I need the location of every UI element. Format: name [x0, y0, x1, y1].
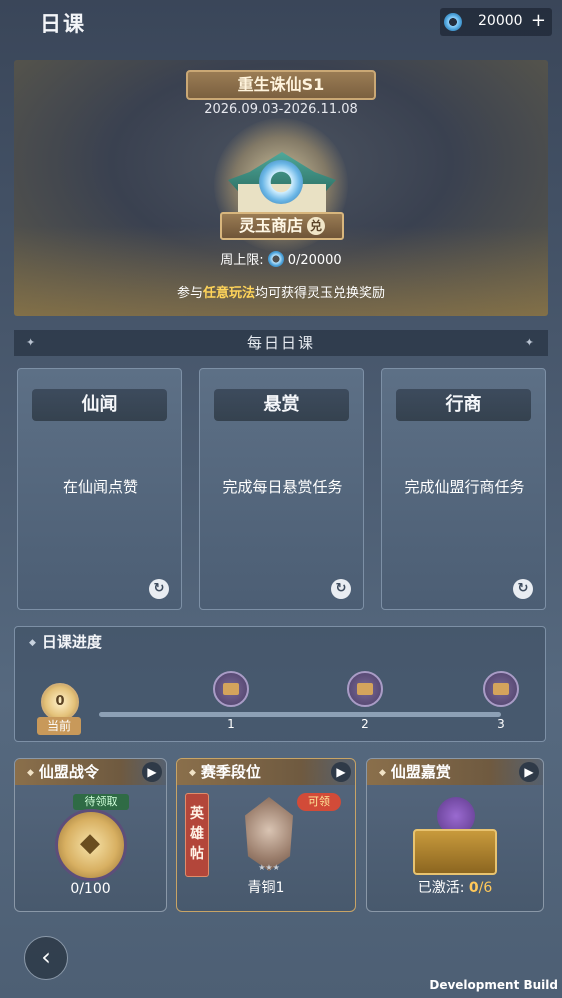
refresh-icon[interactable]: ↻: [149, 579, 169, 599]
hint-suffix: 均可获得灵玉兑换奖励: [255, 286, 386, 301]
daily-section-header: ✦ 每日日课 ✦: [14, 330, 548, 356]
activated-current: 0: [468, 880, 479, 896]
claimable-badge: 可领: [297, 793, 341, 811]
card-title: 仙盟战令: [27, 761, 99, 782]
pending-claim-badge: 待领取: [73, 794, 129, 810]
page-title: 日课: [40, 12, 86, 36]
chevron-right-icon[interactable]: ▶: [142, 762, 162, 782]
jade-icon: [444, 13, 462, 31]
progress-track: [99, 712, 501, 717]
jade-disc-icon[interactable]: [259, 160, 303, 204]
task-card-bounty[interactable]: 悬赏 完成每日悬赏任务 ↻: [199, 368, 364, 610]
alliance-bounty-card[interactable]: 仙盟嘉赏 ▶ 已激活: 0/6: [366, 758, 544, 912]
season-banner: 重生诛仙S1 2026.09.03-2026.11.08 灵玉商店兑 周上限: 0…: [14, 60, 548, 316]
battle-pass-token-icon: [55, 809, 127, 881]
task-desc: 完成每日悬赏任务: [222, 478, 343, 496]
back-arrow-icon[interactable]: ‹: [24, 936, 68, 980]
hint-prefix: 参与: [176, 286, 203, 301]
add-currency-button[interactable]: +: [531, 10, 546, 31]
task-desc: 在仙闻点赞: [62, 478, 138, 496]
battle-pass-progress: 0/100: [70, 881, 111, 897]
current-points-coin: 0: [41, 683, 79, 721]
sparkle-icon: ✦: [524, 336, 536, 349]
season-rank-card[interactable]: 赛季段位 ▶ 英雄帖 可领 ★★★ 青铜1: [176, 758, 356, 912]
season-title: 重生诛仙S1: [186, 70, 376, 100]
activated-count: 已激活: 0/6: [367, 877, 543, 897]
chevron-right-icon[interactable]: ▶: [519, 762, 539, 782]
reward-chest-icon[interactable]: [347, 671, 383, 707]
milestone-number: 1: [227, 717, 235, 731]
sparkle-icon: ✦: [26, 336, 38, 349]
card-header: 仙盟战令 ▶: [15, 759, 166, 785]
shop-name-label: 灵玉商店: [238, 216, 303, 235]
daily-progress-panel: 日课进度 0 当前 1 2 3: [14, 626, 546, 742]
current-label: 当前: [37, 717, 81, 735]
treasure-box: [413, 829, 497, 875]
jade-small-icon: [267, 251, 284, 267]
progress-title: 日课进度: [29, 631, 102, 652]
card-title: 赛季段位: [189, 761, 261, 782]
chevron-right-icon[interactable]: ▶: [331, 762, 351, 782]
currency-amount: 20000: [478, 13, 523, 29]
task-card-xianwen[interactable]: 仙闻 在仙闻点赞 ↻: [17, 368, 182, 610]
daily-section-title: 每日日课: [246, 334, 315, 352]
weekly-label: 周上限:: [220, 253, 264, 268]
currency-display: 20000 +: [440, 8, 552, 36]
rank-name: 青铜1: [247, 880, 285, 896]
reward-chest-icon[interactable]: [483, 671, 519, 707]
task-title: 仙闻: [32, 389, 167, 421]
battle-pass-card[interactable]: 仙盟战令 ▶ 待领取 0/100: [14, 758, 167, 912]
refresh-icon[interactable]: ↻: [331, 579, 351, 599]
rank-emblem-icon: [245, 797, 293, 871]
reward-chest-icon[interactable]: [213, 671, 249, 707]
activated-label: 已激活:: [417, 880, 465, 896]
weekly-limit: 周上限: 0/20000: [14, 249, 548, 268]
refresh-icon[interactable]: ↻: [513, 579, 533, 599]
card-header: 仙盟嘉赏 ▶: [367, 759, 543, 785]
task-desc: 完成仙盟行商任务: [404, 478, 525, 496]
exchange-badge: 兑: [307, 217, 325, 235]
hero-post-tag[interactable]: 英雄帖: [185, 793, 209, 877]
treasure-chest-icon: [407, 793, 503, 877]
reward-hint: 参与任意玩法均可获得灵玉兑换奖励: [14, 282, 548, 301]
jade-shop-button[interactable]: 灵玉商店兑: [220, 212, 344, 240]
hint-highlight: 任意玩法: [202, 286, 255, 301]
milestone-number: 2: [361, 717, 369, 731]
task-title: 行商: [396, 389, 531, 421]
season-date: 2026.09.03-2026.11.08: [204, 102, 358, 117]
dev-build-label: Development Build: [429, 978, 558, 992]
card-header: 赛季段位 ▶: [177, 759, 355, 785]
top-bar: 日课 20000 +: [0, 0, 562, 46]
weekly-value: 0/20000: [287, 253, 342, 268]
card-title: 仙盟嘉赏: [379, 761, 451, 782]
task-title: 悬赏: [214, 389, 349, 421]
rank-stars-icon: ★★★: [258, 863, 280, 872]
task-card-merchant[interactable]: 行商 完成仙盟行商任务 ↻: [381, 368, 546, 610]
milestone-number: 3: [497, 717, 505, 731]
activated-total: /6: [478, 880, 493, 896]
